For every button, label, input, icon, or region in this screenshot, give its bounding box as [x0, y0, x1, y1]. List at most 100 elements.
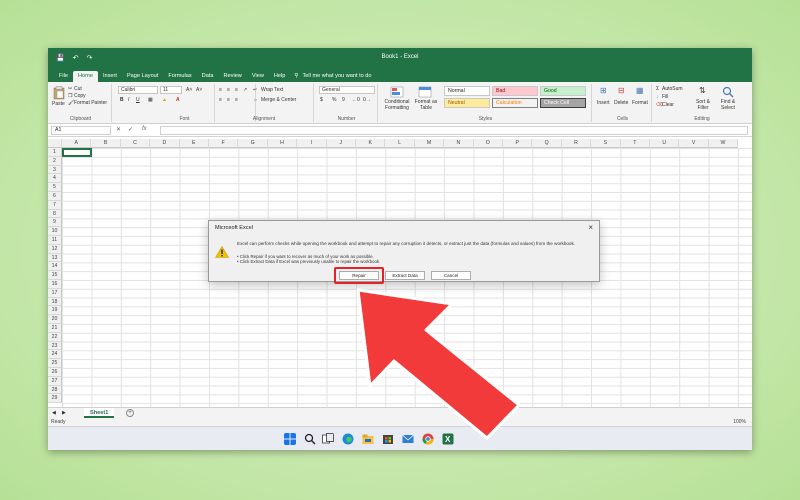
delete-cells-icon[interactable]: ⊟ [618, 86, 625, 95]
underline-button[interactable]: U [136, 97, 140, 103]
tab-file[interactable]: File [54, 71, 73, 82]
style-calculation[interactable]: Calculation [492, 98, 538, 108]
column-header-g[interactable]: G [238, 139, 268, 148]
column-header-s[interactable]: S [591, 139, 621, 148]
format-as-table-button[interactable]: Format as Table [412, 99, 440, 111]
row-header-17[interactable]: 17 [48, 288, 62, 298]
row-header-13[interactable]: 13 [48, 253, 62, 263]
row-header-6[interactable]: 6 [48, 192, 62, 201]
format-cells-button[interactable]: Format [632, 100, 648, 106]
column-header-o[interactable]: O [473, 139, 503, 148]
row-header-7[interactable]: 7 [48, 200, 62, 210]
column-header-v[interactable]: V [679, 139, 709, 148]
paste-icon[interactable] [53, 86, 65, 100]
percent-button[interactable]: % [332, 97, 336, 103]
conditional-formatting-icon[interactable] [390, 86, 404, 98]
merge-icon[interactable]: ⇔ [253, 97, 258, 103]
style-good[interactable]: Good [540, 86, 586, 96]
column-header-u[interactable]: U [650, 139, 680, 148]
sort-filter-icon[interactable]: ⇅ [699, 86, 706, 95]
row-header-24[interactable]: 24 [48, 350, 62, 360]
column-header-t[interactable]: T [620, 139, 650, 148]
column-header-h[interactable]: H [267, 139, 298, 148]
bold-button[interactable]: B [120, 97, 124, 103]
autosum-button[interactable]: AutoSum [662, 86, 683, 92]
select-all-corner[interactable] [48, 139, 62, 148]
row-header-27[interactable]: 27 [48, 376, 62, 386]
column-header-c[interactable]: C [120, 139, 151, 148]
column-header-w[interactable]: W [708, 139, 739, 148]
cancel-button[interactable]: Cancel [431, 271, 471, 280]
row-header-25[interactable]: 25 [48, 359, 62, 368]
zoom-level[interactable]: 100% [733, 418, 746, 426]
row-header-11[interactable]: 11 [48, 236, 62, 245]
align-center-icon[interactable]: ≡ [227, 97, 230, 103]
excel-icon[interactable]: X [442, 433, 454, 445]
find-select-button[interactable]: Find & Select [716, 99, 740, 111]
mail-icon[interactable] [402, 433, 414, 445]
add-sheet-icon[interactable]: + [126, 409, 134, 417]
align-left-icon[interactable]: ≡ [219, 97, 222, 103]
edge-icon[interactable] [342, 433, 354, 445]
align-right-icon[interactable]: ≡ [235, 97, 238, 103]
wrap-text-button[interactable]: Wrap Text [261, 87, 283, 93]
row-header-3[interactable]: 3 [48, 165, 62, 175]
row-header-18[interactable]: 18 [48, 297, 62, 307]
column-header-n[interactable]: N [444, 139, 474, 148]
row-header-21[interactable]: 21 [48, 324, 62, 333]
row-header-5[interactable]: 5 [48, 183, 62, 192]
search-icon[interactable] [304, 433, 316, 445]
font-color-icon[interactable]: A [176, 97, 180, 103]
chrome-icon[interactable] [422, 433, 434, 445]
tab-review[interactable]: Review [219, 71, 247, 82]
sort-filter-button[interactable]: Sort & Filter [692, 99, 714, 111]
column-header-f[interactable]: F [209, 139, 239, 148]
row-header-14[interactable]: 14 [48, 262, 62, 272]
cancel-icon[interactable]: ✕ [116, 126, 121, 133]
style-bad[interactable]: Bad [492, 86, 538, 96]
scroll-left-icon[interactable]: ◀ [52, 410, 56, 416]
delete-cells-button[interactable]: Delete [614, 100, 628, 106]
tab-view[interactable]: View [247, 71, 269, 82]
column-header-d[interactable]: D [150, 139, 180, 148]
font-size-select[interactable]: 11 [160, 86, 182, 94]
orientation-icon[interactable]: ↗ [243, 87, 247, 93]
sheet-tab-sheet1[interactable]: Sheet1 [84, 408, 115, 418]
row-header-1[interactable]: 1 [48, 148, 62, 157]
italic-button[interactable]: I [128, 97, 129, 103]
tell-me-search[interactable]: Tell me what you want to do [303, 71, 372, 82]
insert-function-icon[interactable]: fx [142, 126, 147, 132]
merge-center-button[interactable]: Merge & Center [261, 97, 296, 103]
find-select-icon[interactable] [722, 86, 734, 98]
column-header-q[interactable]: Q [532, 139, 562, 148]
column-header-m[interactable]: M [414, 139, 445, 148]
extract-data-button[interactable]: Extract Data [385, 271, 425, 280]
row-header-2[interactable]: 2 [48, 156, 62, 166]
format-as-table-icon[interactable] [418, 86, 432, 98]
enter-icon[interactable]: ✓ [128, 126, 133, 133]
style-neutral[interactable]: Neutral [444, 98, 490, 108]
tab-home[interactable]: Home [73, 71, 98, 82]
number-format-select[interactable]: General [319, 86, 375, 94]
row-header-9[interactable]: 9 [48, 218, 62, 228]
row-header-15[interactable]: 15 [48, 271, 62, 280]
row-header-20[interactable]: 20 [48, 315, 62, 324]
formula-input[interactable] [160, 126, 748, 135]
row-header-12[interactable]: 12 [48, 244, 62, 254]
active-cell[interactable] [62, 148, 92, 157]
wrap-text-icon[interactable]: ↵ [253, 87, 257, 93]
file-explorer-icon[interactable] [362, 433, 374, 445]
decrease-font-icon[interactable]: A˅ [196, 87, 202, 93]
column-header-j[interactable]: J [326, 139, 356, 148]
style-check-cell[interactable]: Check Cell [540, 98, 586, 108]
font-name-select[interactable]: Calibri [118, 86, 158, 94]
row-header-28[interactable]: 28 [48, 385, 62, 395]
increase-font-icon[interactable]: A˄ [186, 87, 192, 93]
clear-button[interactable]: Clear [662, 102, 674, 108]
row-header-16[interactable]: 16 [48, 280, 62, 289]
copy-button[interactable]: Copy [74, 93, 86, 99]
borders-icon[interactable]: ▦ [148, 97, 153, 103]
insert-cells-button[interactable]: Insert [597, 100, 610, 106]
column-header-i[interactable]: I [297, 139, 327, 148]
column-header-l[interactable]: L [385, 139, 415, 148]
